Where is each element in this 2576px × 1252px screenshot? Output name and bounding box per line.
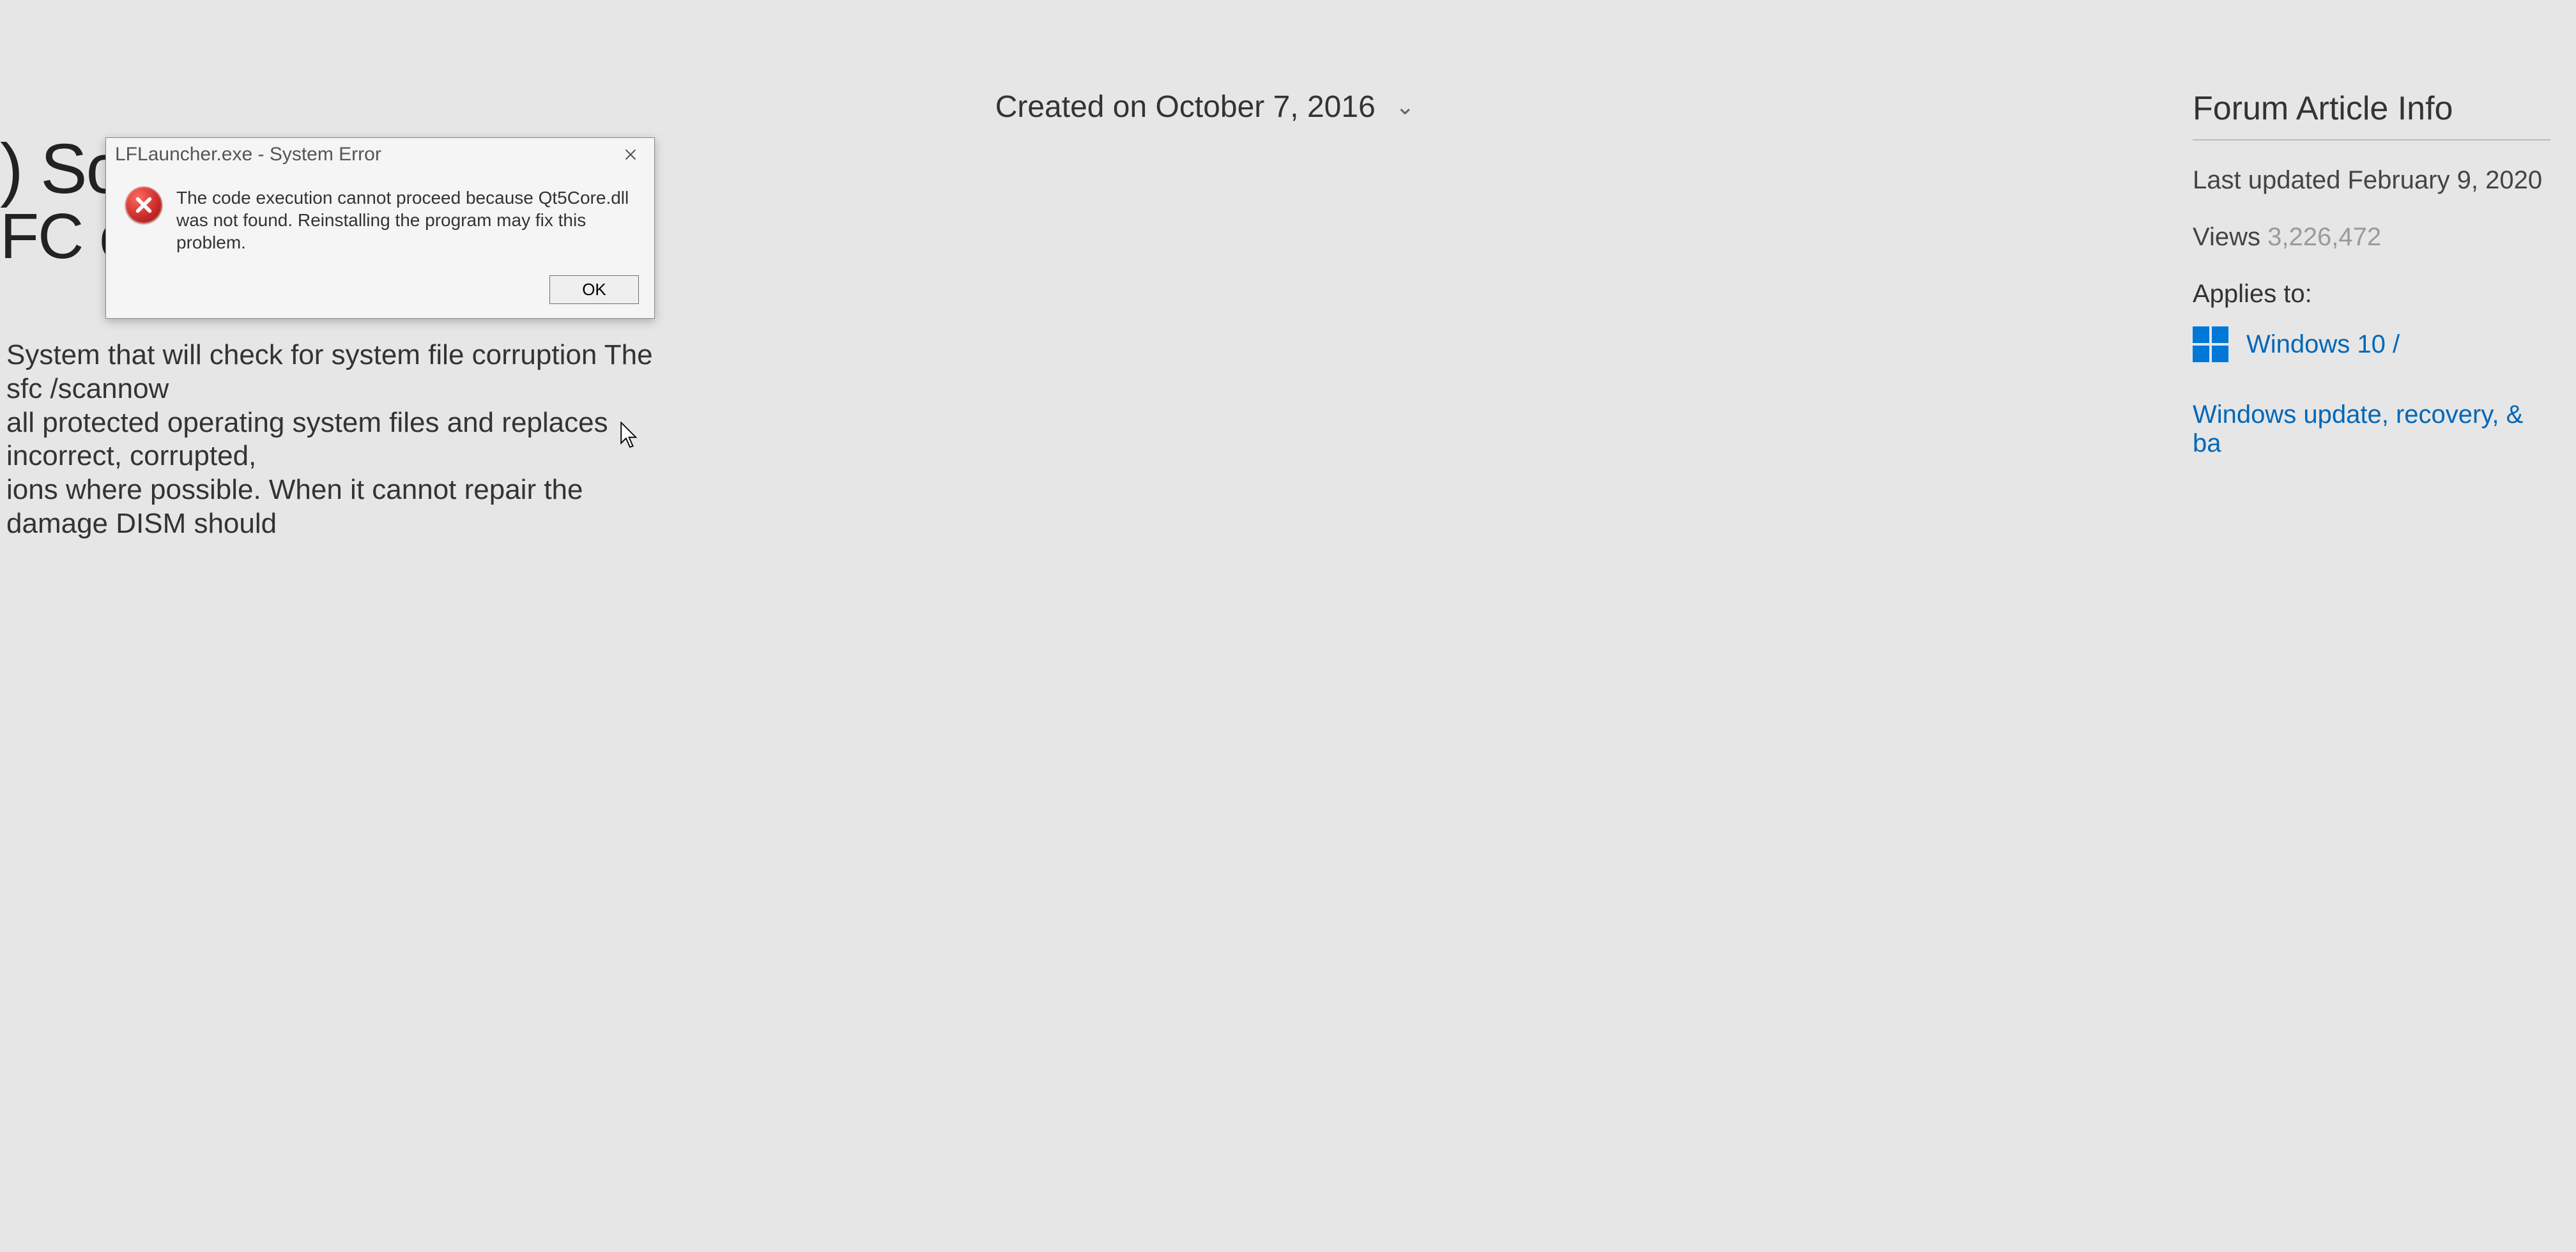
last-updated-label: Last updated [2193,166,2340,194]
last-updated-row: Last updated February 9, 2020 [2193,166,2550,195]
windows-link[interactable]: Windows 10 / [2246,330,2400,359]
close-icon [624,148,637,161]
sidebar-info: Forum Article Info Last updated February… [2193,89,2550,458]
chevron-down-icon: ⌄ [1395,93,1414,120]
views-label: Views [2193,223,2260,251]
created-on-label: Created on October 7, 2016 [995,90,1376,124]
views-value: 3,226,472 [2267,223,2381,251]
body-line: System that will check for system file c… [6,339,677,406]
article-body-fragment: System that will check for system file c… [6,339,677,541]
system-error-dialog: LFLauncher.exe - System Error The code e… [105,137,655,319]
dialog-title: LFLauncher.exe - System Error [115,144,381,165]
applies-windows-row[interactable]: Windows 10 / [2193,326,2550,362]
dialog-button-row: OK [106,268,654,318]
windows-logo-icon [2193,326,2228,362]
windows-update-link[interactable]: Windows update, recovery, & ba [2193,401,2523,457]
dialog-titlebar[interactable]: LFLauncher.exe - System Error [106,138,654,170]
ok-button[interactable]: OK [549,275,639,304]
applies-to-label: Applies to: [2193,280,2550,309]
sidebar-heading: Forum Article Info [2193,89,2550,141]
dialog-content: The code execution cannot proceed becaus… [106,170,654,268]
views-row: Views 3,226,472 [2193,223,2550,252]
dialog-message: The code execution cannot proceed becaus… [176,187,635,254]
body-line: all protected operating system files and… [6,406,677,474]
close-button[interactable] [616,143,645,166]
last-updated-value: February 9, 2020 [2347,166,2542,194]
error-icon [125,187,162,224]
created-on-row[interactable]: Created on October 7, 2016 ⌄ [0,89,2538,125]
body-line: ions where possible. When it cannot repa… [6,473,677,541]
